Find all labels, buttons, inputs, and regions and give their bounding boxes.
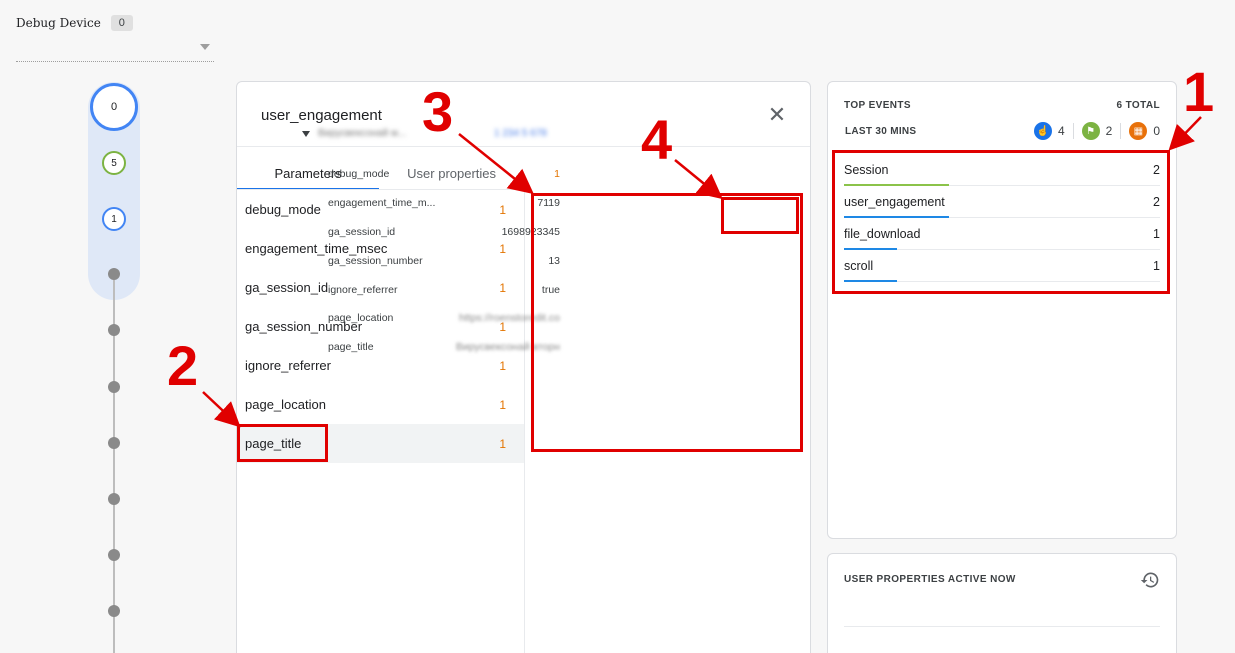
arrow-2 [202, 391, 241, 428]
annotation-arrows [202, 116, 1202, 428]
arrow-1 [1168, 116, 1202, 151]
arrow-3 [458, 133, 534, 195]
arrow-4 [674, 159, 723, 200]
